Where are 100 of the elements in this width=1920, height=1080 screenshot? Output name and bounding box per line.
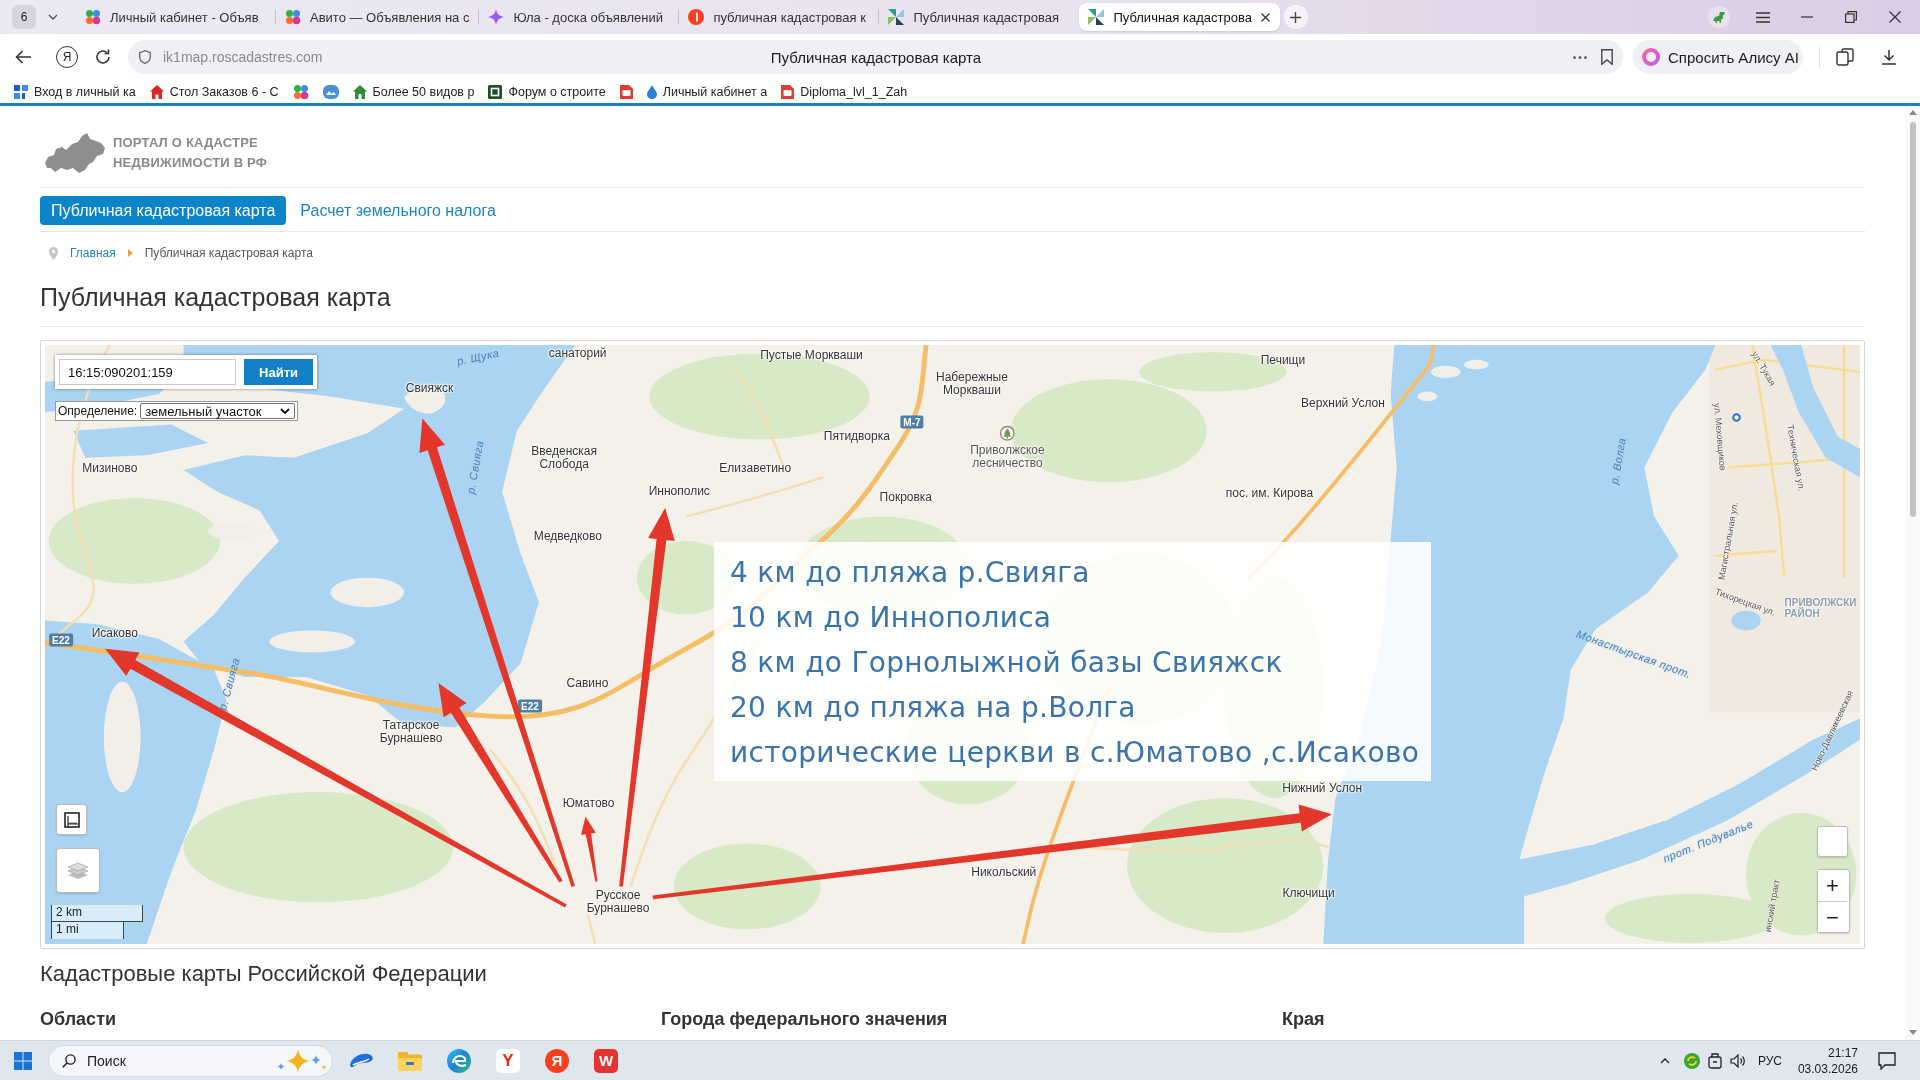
ask-assistant-button[interactable]: Спросить Алису AI bbox=[1633, 40, 1803, 74]
stacked-squares-icon[interactable] bbox=[1836, 48, 1854, 66]
place-label: Елизаветино bbox=[719, 462, 792, 476]
menu-icon[interactable] bbox=[1756, 11, 1770, 23]
home-button[interactable]: Я bbox=[56, 46, 78, 68]
island bbox=[1431, 365, 1461, 379]
place-label: Введенская Слобода bbox=[531, 444, 597, 471]
scroll-up-icon[interactable] bbox=[1908, 110, 1917, 115]
triangle-icon bbox=[127, 249, 133, 257]
document-icon bbox=[781, 84, 795, 99]
back-arrow-icon[interactable] bbox=[15, 50, 31, 64]
browser-tab[interactable]: Публичная кадастровая bbox=[879, 3, 1080, 31]
place-label: Медведково bbox=[533, 530, 602, 544]
bookmark-item[interactable]: Diploma_lvl_1_Zah bbox=[781, 81, 908, 102]
ring-icon bbox=[1642, 48, 1660, 66]
image-icon[interactable] bbox=[322, 84, 339, 99]
pinwheel-icon bbox=[1088, 9, 1105, 25]
swirl-icon[interactable] bbox=[447, 1048, 471, 1073]
new-tab-button[interactable] bbox=[1283, 5, 1308, 29]
road-sign: М-7 bbox=[900, 415, 924, 429]
start-icon[interactable] bbox=[14, 1051, 32, 1070]
document-icon[interactable] bbox=[619, 84, 633, 99]
street-label: инский тракт bbox=[1763, 878, 1783, 933]
water-label: р. Волга bbox=[1608, 437, 1629, 486]
tree-icon bbox=[999, 425, 1015, 441]
place-label: Иннополис bbox=[648, 485, 710, 499]
plus-icon bbox=[1290, 11, 1302, 23]
grid-icon bbox=[14, 84, 28, 99]
padlock-icon[interactable] bbox=[1707, 1052, 1722, 1069]
scrollbar[interactable] bbox=[1905, 106, 1920, 1040]
app-button[interactable]: Я bbox=[545, 1048, 569, 1073]
app-button[interactable]: Y bbox=[496, 1048, 520, 1073]
more-icon[interactable] bbox=[1573, 55, 1587, 59]
clock[interactable]: 21:17 03.03.2026 bbox=[1797, 1044, 1858, 1077]
page-title: Публичная кадастровая карта bbox=[770, 48, 982, 66]
bookmark-icon[interactable] bbox=[1601, 49, 1613, 65]
search-field[interactable]: 16:15:090201:159 bbox=[59, 359, 236, 385]
shield-icon bbox=[139, 50, 151, 64]
chevron-up-icon[interactable] bbox=[1659, 1057, 1670, 1064]
place-label: Печищи bbox=[1260, 354, 1306, 368]
language-indicator[interactable]: РУС bbox=[1757, 1053, 1782, 1068]
nav-link[interactable]: Расчет земельного налога bbox=[300, 196, 496, 225]
chat-icon[interactable] bbox=[1878, 1051, 1896, 1070]
place-label: Набережные Моркваши bbox=[936, 371, 1008, 398]
download-icon[interactable] bbox=[1881, 49, 1897, 65]
dinosaur-icon[interactable] bbox=[1708, 6, 1730, 28]
place-label: Покровка bbox=[879, 491, 933, 505]
place-label: Приволжское лесничество bbox=[970, 443, 1045, 471]
nav-tab[interactable]: Публичная кадастровая карта bbox=[40, 196, 287, 225]
frame-icon bbox=[63, 811, 80, 828]
close-icon[interactable] bbox=[1260, 12, 1270, 22]
callout-line: 20 км до пляжа на р.Волга bbox=[730, 690, 1137, 726]
place-label: Мизиново bbox=[82, 462, 138, 476]
speaker-icon[interactable] bbox=[1729, 1053, 1746, 1068]
map-tool-button[interactable] bbox=[56, 804, 87, 835]
island bbox=[1464, 359, 1489, 370]
bookmark-item[interactable]: Вход в личный ка bbox=[14, 81, 136, 102]
bookmark-item[interactable]: Личный кабинет а bbox=[646, 81, 768, 102]
bookmark-item[interactable]: Форум о строите bbox=[488, 81, 606, 102]
close-icon[interactable] bbox=[1889, 11, 1901, 23]
chevron-down-icon bbox=[280, 408, 291, 414]
bookmark-item[interactable]: Стол Заказов 6 - С bbox=[149, 81, 279, 102]
district-label: ПРИВОЛЖСКИ РАЙОН bbox=[1784, 597, 1857, 620]
dots-icon[interactable] bbox=[292, 83, 309, 100]
address-bar[interactable]: ik1map.roscadastres.com Публичная кадастровая карта bbox=[128, 40, 1623, 74]
restore-icon[interactable] bbox=[1845, 11, 1857, 23]
section-heading: Кадастровые карты Российской Федерации bbox=[40, 961, 488, 987]
country-map-icon bbox=[45, 133, 105, 173]
callout-line: 4 км до пляжа р.Свияга bbox=[730, 555, 1091, 591]
road-sign: E22 bbox=[49, 633, 73, 647]
tab-count-button[interactable]: 6 bbox=[12, 5, 36, 29]
place-label: санаторий bbox=[548, 346, 607, 361]
scroll-down-icon[interactable] bbox=[1908, 1030, 1917, 1035]
definition-select[interactable]: земельный участок bbox=[140, 403, 296, 419]
column-heading: Края bbox=[1282, 1008, 1326, 1031]
breadcrumb-link[interactable]: Главная bbox=[70, 246, 116, 260]
place-label: Русское Бурнашево bbox=[586, 888, 650, 916]
place-label: Савино bbox=[566, 677, 609, 691]
browser-tab[interactable]: Публичная кадастрова bbox=[1079, 3, 1280, 31]
logo-text: НЕДВИЖИМОСТИ В РФ bbox=[113, 154, 268, 172]
search-button[interactable]: Найти bbox=[244, 359, 313, 385]
chevron-down-icon[interactable] bbox=[48, 14, 58, 20]
taskbar-search-field[interactable]: Поиск bbox=[48, 1044, 333, 1077]
place-label: Ключищи bbox=[1282, 886, 1335, 901]
scrollbar-thumb[interactable] bbox=[1909, 122, 1916, 517]
layers-icon bbox=[67, 861, 89, 880]
reload-icon[interactable] bbox=[95, 49, 111, 65]
dots-icon bbox=[85, 9, 101, 25]
app-button[interactable]: W bbox=[594, 1048, 618, 1073]
definition-label: Определение: bbox=[58, 404, 138, 418]
zoom-in-button[interactable]: + bbox=[1818, 870, 1847, 901]
bookmark-item[interactable]: Более 50 видов р bbox=[352, 81, 475, 102]
house-icon bbox=[149, 84, 164, 99]
column-heading: Города федерального значения bbox=[661, 1008, 949, 1031]
folder-icon[interactable] bbox=[398, 1050, 422, 1071]
scale-bar: 1 mi bbox=[51, 922, 124, 939]
sparkles-icon bbox=[276, 1048, 326, 1073]
zoom-out-button[interactable]: − bbox=[1818, 901, 1847, 932]
callout-line: 8 км до Горнолыжной базы Свияжск bbox=[730, 645, 1284, 681]
disc-icon bbox=[688, 9, 705, 25]
